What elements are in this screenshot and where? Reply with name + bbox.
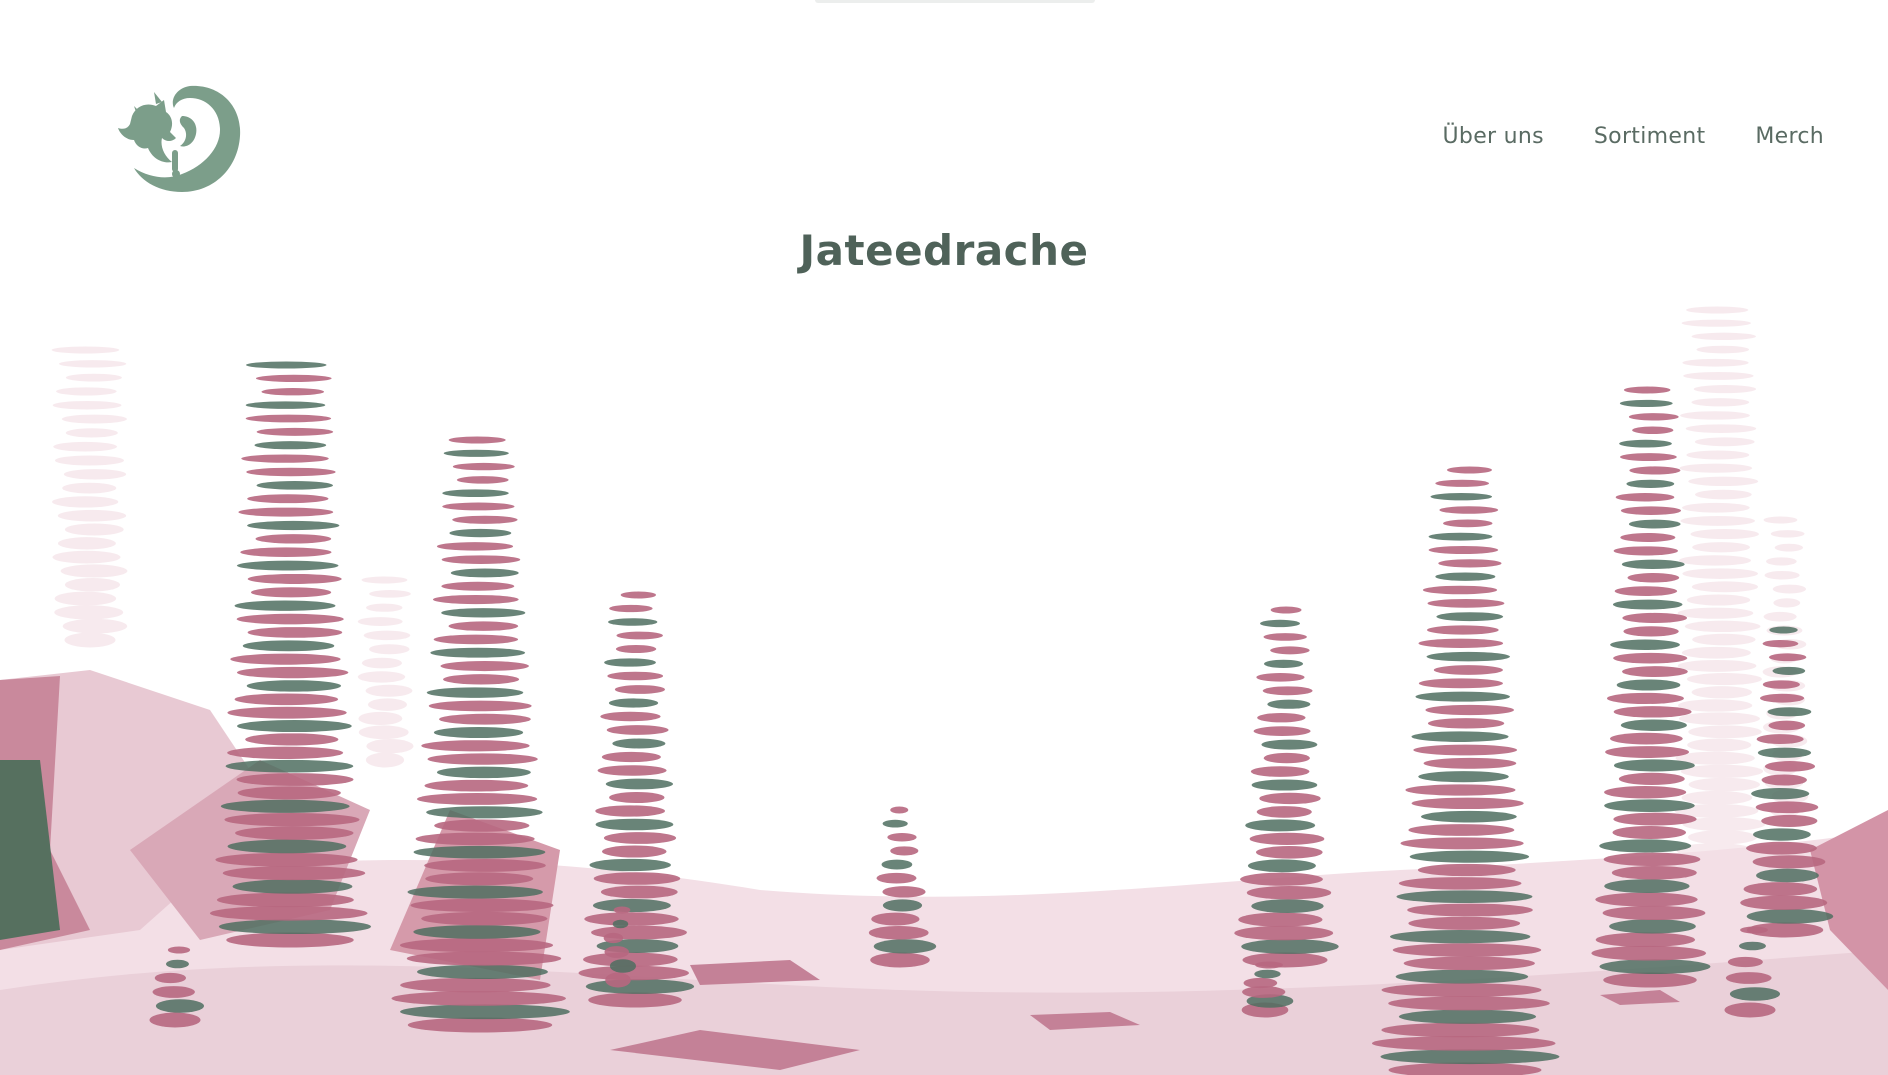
nav-link-ueber-uns[interactable]: Über uns (1443, 124, 1544, 149)
site-title: Jateedrache (799, 226, 1089, 275)
top-scroll-edge (815, 0, 1095, 3)
main-nav: Über uns Sortiment Merch (1443, 124, 1824, 149)
dragon-logo-icon (118, 85, 241, 192)
stone-cairn-4 (868, 806, 937, 968)
stone-cairn-1 (209, 361, 371, 948)
page: Über uns Sortiment Merch Jateedrache (0, 0, 1888, 1075)
fog-cairn-1 (51, 346, 128, 648)
stone-cairn-illustration (0, 306, 1888, 1075)
nav-link-sortiment[interactable]: Sortiment (1594, 124, 1705, 149)
nav-link-merch[interactable]: Merch (1755, 124, 1824, 149)
stone-cairn-7 (1591, 386, 1711, 988)
stone-cairn-2 (391, 436, 570, 1033)
fog-cairn-2 (357, 576, 414, 768)
